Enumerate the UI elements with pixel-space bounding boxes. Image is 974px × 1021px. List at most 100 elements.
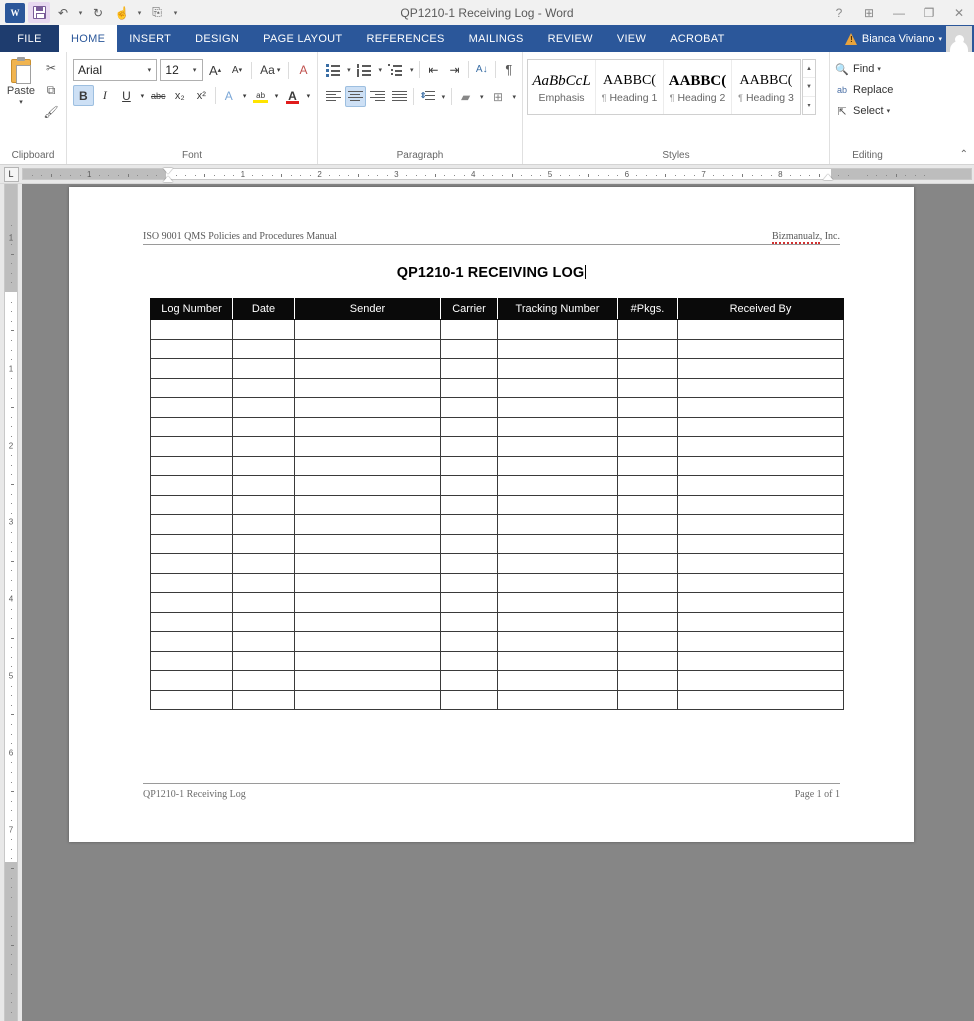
table-cell[interactable] <box>232 397 295 418</box>
table-cell[interactable] <box>294 319 441 340</box>
table-cell[interactable] <box>497 514 618 535</box>
numbering-dropdown-icon[interactable]: ▾ <box>376 66 385 74</box>
word-app-icon[interactable]: W <box>4 2 26 23</box>
table-cell[interactable] <box>440 689 498 710</box>
line-spacing-icon[interactable]: ⇕ <box>417 86 438 107</box>
table-cell[interactable] <box>232 436 295 457</box>
table-cell[interactable] <box>497 650 618 671</box>
table-cell[interactable] <box>497 533 618 554</box>
table-cell[interactable] <box>440 358 498 379</box>
table-row[interactable] <box>150 514 844 535</box>
table-cell[interactable] <box>294 514 441 535</box>
table-cell[interactable] <box>294 377 441 398</box>
table-cell[interactable] <box>497 689 618 710</box>
borders-icon[interactable]: ⊞ <box>488 86 509 107</box>
table-cell[interactable] <box>617 689 678 710</box>
table-cell[interactable] <box>677 358 844 379</box>
bold-button[interactable]: B <box>73 85 94 106</box>
find-dropdown-icon[interactable]: ▾ <box>877 65 881 73</box>
redo-button[interactable]: ↻ <box>87 2 109 23</box>
table-cell[interactable] <box>150 592 233 613</box>
table-cell[interactable] <box>150 514 233 535</box>
align-right-icon[interactable] <box>367 86 388 107</box>
table-cell[interactable] <box>294 670 441 691</box>
table-cell[interactable] <box>232 475 295 496</box>
table-cell[interactable] <box>617 631 678 652</box>
table-cell[interactable] <box>677 514 844 535</box>
table-cell[interactable] <box>150 553 233 574</box>
column-header-tracking-number[interactable]: Tracking Number <box>497 298 618 320</box>
multilevel-list-icon[interactable] <box>386 59 406 80</box>
restore-icon[interactable]: ❐ <box>914 0 944 25</box>
table-cell[interactable] <box>617 670 678 691</box>
font-color-icon[interactable]: A <box>282 85 303 106</box>
find-button[interactable]: 🔍 Find ▾ <box>834 59 893 79</box>
table-row[interactable] <box>150 455 844 476</box>
table-cell[interactable] <box>677 397 844 418</box>
table-cell[interactable] <box>497 319 618 340</box>
table-cell[interactable] <box>677 319 844 340</box>
table-row[interactable] <box>150 377 844 398</box>
table-cell[interactable] <box>150 650 233 671</box>
multilevel-dropdown-icon[interactable]: ▾ <box>407 66 416 74</box>
table-cell[interactable] <box>440 475 498 496</box>
table-cell[interactable] <box>150 533 233 554</box>
table-cell[interactable] <box>497 338 618 359</box>
shrink-font-icon[interactable]: A ▾ <box>228 60 247 81</box>
tab-file[interactable]: FILE <box>0 25 59 52</box>
copy-icon[interactable]: ⧉ <box>42 81 60 99</box>
table-cell[interactable] <box>294 397 441 418</box>
table-row[interactable] <box>150 670 844 691</box>
subscript-button[interactable]: x₂ <box>170 85 191 106</box>
table-cell[interactable] <box>232 377 295 398</box>
table-cell[interactable] <box>677 592 844 613</box>
tab-home[interactable]: HOME <box>59 25 118 52</box>
shading-icon[interactable]: ▰ <box>455 86 476 107</box>
right-indent-marker[interactable] <box>823 174 833 180</box>
select-button[interactable]: ⇱ Select ▾ <box>834 101 893 121</box>
table-cell[interactable] <box>294 650 441 671</box>
table-cell[interactable] <box>150 397 233 418</box>
table-cell[interactable] <box>497 572 618 593</box>
table-cell[interactable] <box>294 475 441 496</box>
table-cell[interactable] <box>440 650 498 671</box>
table-cell[interactable] <box>232 533 295 554</box>
table-cell[interactable] <box>440 592 498 613</box>
table-cell[interactable] <box>497 553 618 574</box>
table-cell[interactable] <box>150 416 233 437</box>
table-row[interactable] <box>150 553 844 574</box>
table-cell[interactable] <box>617 455 678 476</box>
column-header-date[interactable]: Date <box>232 298 295 320</box>
table-cell[interactable] <box>150 494 233 515</box>
tab-insert[interactable]: INSERT <box>117 25 183 52</box>
hanging-indent-marker[interactable] <box>163 176 173 182</box>
table-cell[interactable] <box>497 494 618 515</box>
table-cell[interactable] <box>440 436 498 457</box>
table-cell[interactable] <box>294 572 441 593</box>
table-cell[interactable] <box>440 397 498 418</box>
table-row[interactable] <box>150 533 844 554</box>
decrease-indent-icon[interactable]: ⇤ <box>423 59 443 80</box>
table-cell[interactable] <box>440 611 498 632</box>
tab-design[interactable]: DESIGN <box>183 25 251 52</box>
underline-dropdown-icon[interactable]: ▾ <box>138 85 147 106</box>
table-row[interactable] <box>150 338 844 359</box>
styles-gallery-scrollbar[interactable]: ▲ ▼ ▾ <box>802 59 816 115</box>
table-cell[interactable] <box>497 592 618 613</box>
document-page[interactable]: ISO 9001 QMS Policies and Procedures Man… <box>69 187 914 842</box>
table-cell[interactable] <box>294 533 441 554</box>
tab-acrobat[interactable]: ACROBAT <box>658 25 736 52</box>
table-row[interactable] <box>150 319 844 340</box>
table-cell[interactable] <box>232 338 295 359</box>
column-header-carrier[interactable]: Carrier <box>440 298 498 320</box>
minimize-icon[interactable]: — <box>884 0 914 25</box>
table-cell[interactable] <box>232 358 295 379</box>
customize-qat-icon[interactable]: ▾ <box>170 2 181 23</box>
table-cell[interactable] <box>294 592 441 613</box>
style-item-heading2[interactable]: AABBC( ¶ Heading 2 <box>664 60 732 114</box>
table-cell[interactable] <box>294 611 441 632</box>
table-cell[interactable] <box>677 631 844 652</box>
styles-scroll-down-icon[interactable]: ▼ <box>803 78 815 97</box>
tab-mailings[interactable]: MAILINGS <box>457 25 536 52</box>
table-cell[interactable] <box>150 689 233 710</box>
